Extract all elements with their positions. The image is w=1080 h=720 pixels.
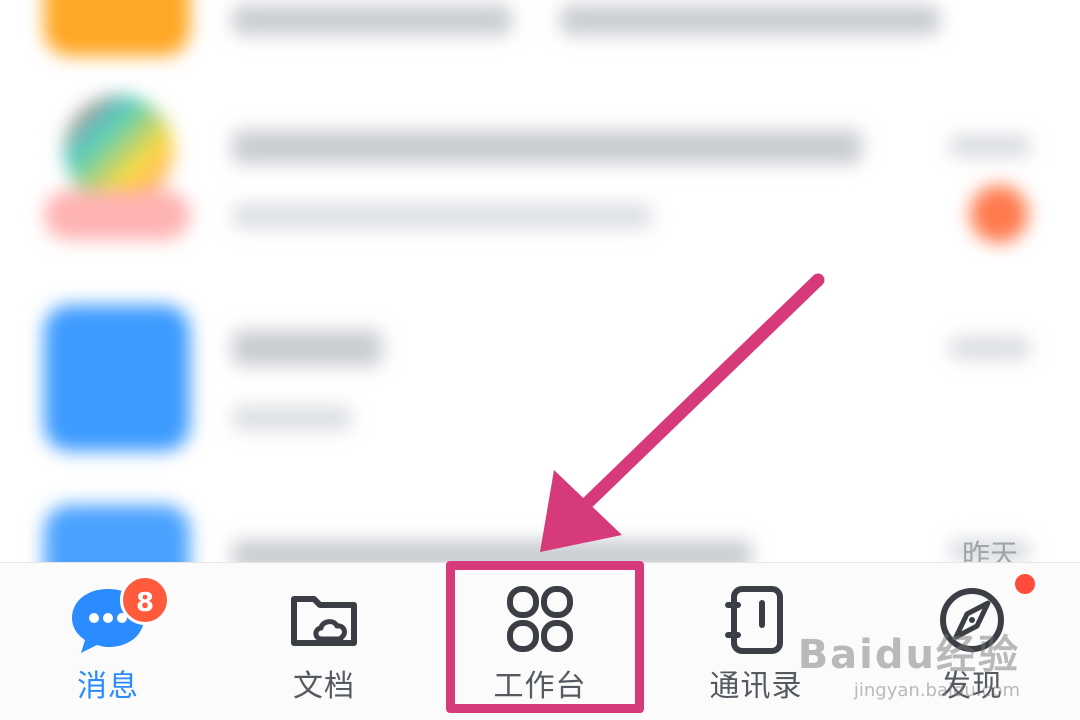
watermark: Baidu经验 jingyan.baidu.com	[798, 622, 1020, 701]
watermark-url: jingyan.baidu.com	[853, 680, 1020, 701]
pointer-arrow	[540, 273, 825, 552]
watermark-brand: Baidu经验	[797, 632, 1020, 678]
